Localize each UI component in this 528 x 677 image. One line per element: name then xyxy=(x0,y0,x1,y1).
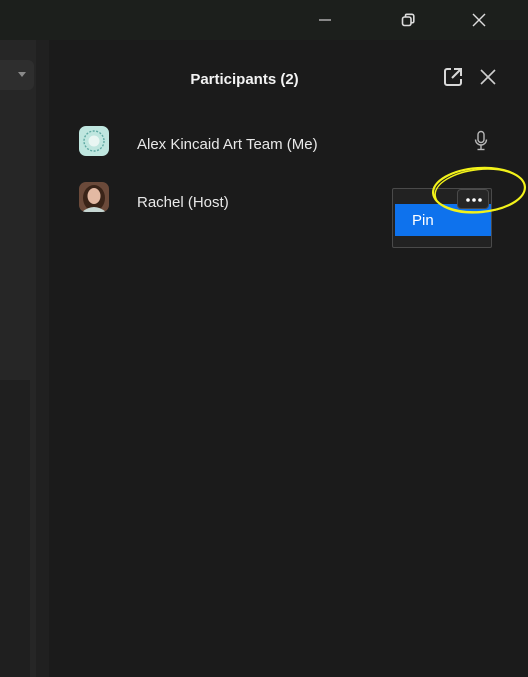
participant-name: Rachel (Host) xyxy=(137,194,229,211)
photo-avatar xyxy=(79,182,109,212)
window-titlebar xyxy=(0,0,528,40)
restore-button[interactable] xyxy=(385,0,431,40)
participants-panel: Participants (2) Alex Kincaid Art Team (… xyxy=(49,40,528,677)
main-dropdown[interactable] xyxy=(0,60,34,90)
participant-row[interactable]: Alex Kincaid Art Team (Me) xyxy=(49,124,528,164)
minimize-icon xyxy=(319,19,331,21)
panel-close-button[interactable] xyxy=(477,66,499,88)
minimize-button[interactable] xyxy=(302,0,348,40)
participant-name: Alex Kincaid Art Team (Me) xyxy=(137,136,318,153)
restore-icon xyxy=(401,13,415,27)
microphone-icon[interactable] xyxy=(473,130,489,152)
popout-button[interactable] xyxy=(442,66,464,88)
main-window-edge xyxy=(0,40,49,677)
panel-title: Participants (2) xyxy=(190,71,299,88)
close-icon xyxy=(472,13,486,27)
highlight-circle-annotation xyxy=(431,166,527,214)
chevron-down-icon xyxy=(18,72,26,77)
circular-logo-avatar xyxy=(79,126,109,156)
popout-icon xyxy=(444,68,462,86)
main-window-lower-edge xyxy=(0,380,30,677)
close-icon xyxy=(480,69,496,85)
window-close-button[interactable] xyxy=(456,0,502,40)
app-root: Participants (2) Alex Kincaid Art Team (… xyxy=(0,0,528,677)
